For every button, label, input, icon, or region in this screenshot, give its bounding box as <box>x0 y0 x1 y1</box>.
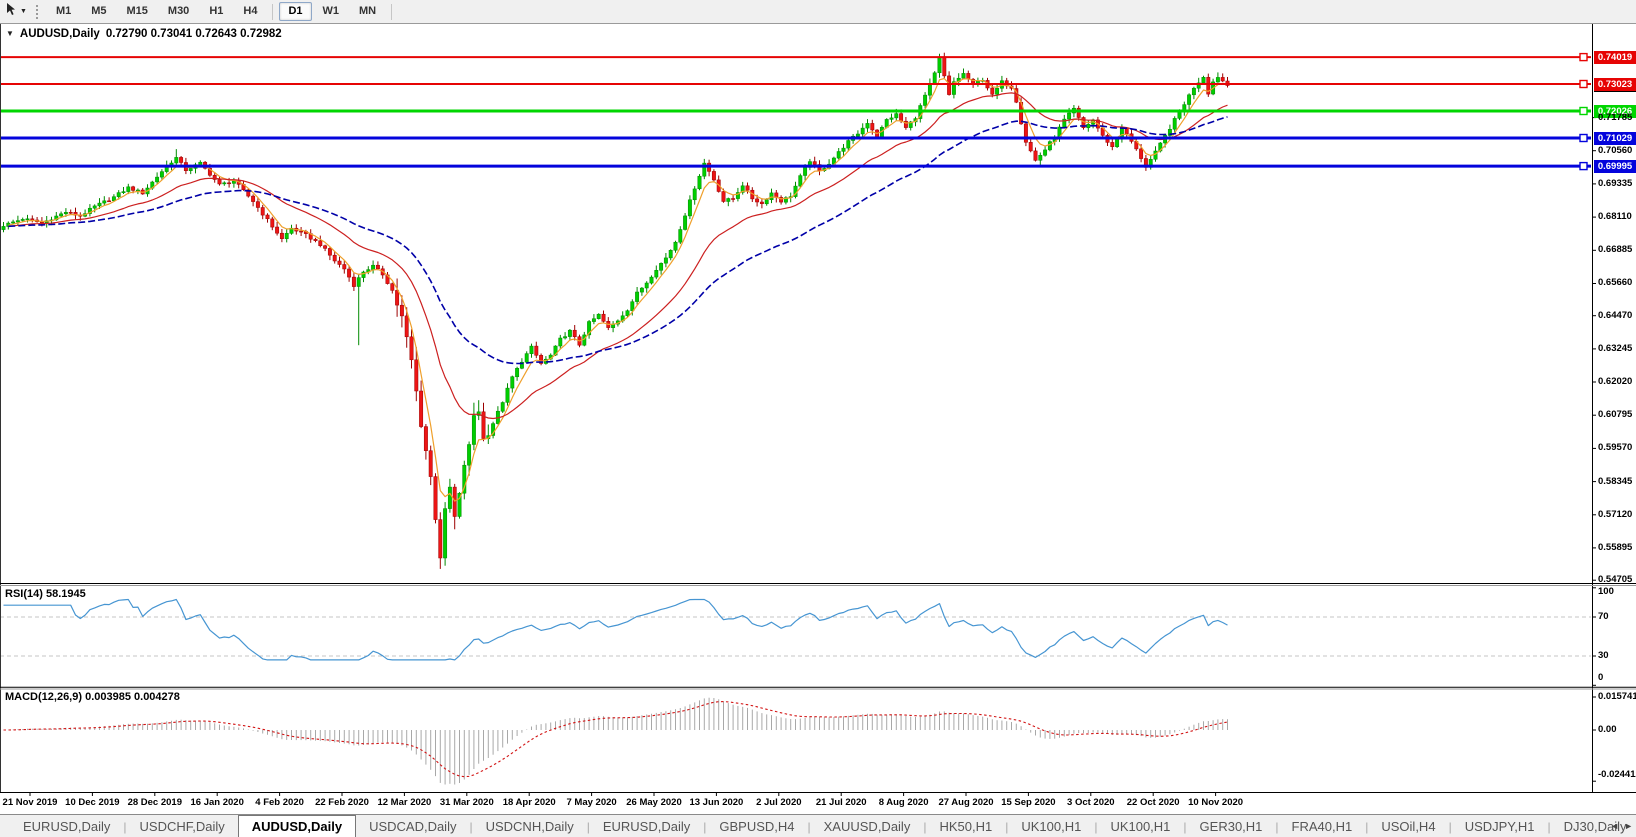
tab-eurusd-daily[interactable]: EURUSD,Daily <box>590 817 703 837</box>
macd-axis-label: 0.015741 <box>1598 691 1636 702</box>
date-axis-label: 3 Oct 2020 <box>1067 797 1115 808</box>
timeframe-button-m30[interactable]: M30 <box>159 2 198 21</box>
symbol-tabs: EURUSD,Daily|USDCHF,DailyAUDUSD,DailyUSD… <box>0 815 1636 837</box>
price-axis-tick: 0.69335 <box>1598 178 1632 189</box>
tab-usdcad-daily[interactable]: USDCAD,Daily <box>356 817 469 837</box>
toolbar-grip[interactable] <box>36 5 38 19</box>
timeframe-button-m1[interactable]: M1 <box>47 2 80 21</box>
tab-xauusd-daily[interactable]: XAUUSD,Daily <box>811 817 924 837</box>
price-axis-tick: 0.70560 <box>1598 145 1632 156</box>
main-toolbar: ▼ M1M5M15M30H1H4 D1W1MN <box>0 0 1636 24</box>
tab-usdcnh-daily[interactable]: USDCNH,Daily <box>473 817 587 837</box>
macd-label: MACD(12,26,9) 0.003985 0.004278 <box>5 691 180 703</box>
timeframe-button-d1[interactable]: D1 <box>279 2 311 21</box>
chart-symbol-label: AUDUSD,Daily <box>20 28 100 40</box>
cursor-tool-button[interactable]: ▼ <box>0 0 31 23</box>
price-axis-tick: 0.71785 <box>1598 112 1632 123</box>
tab-uk100-h1[interactable]: UK100,H1 <box>1008 817 1094 837</box>
timeframe-button-w1[interactable]: W1 <box>314 2 349 21</box>
date-axis-label: 4 Feb 2020 <box>255 797 304 808</box>
tab-fra40-h1[interactable]: FRA40,H1 <box>1279 817 1366 837</box>
date-axis-label: 13 Jun 2020 <box>689 797 743 808</box>
date-axis-label: 26 May 2020 <box>626 797 681 808</box>
cursor-icon <box>4 2 17 21</box>
timeframe-button-mn[interactable]: MN <box>350 2 385 21</box>
tab-usoil-h4[interactable]: USOil,H4 <box>1368 817 1448 837</box>
date-axis-label: 10 Dec 2019 <box>65 797 119 808</box>
price-level-tag: 0.71029 <box>1594 132 1636 145</box>
date-axis-label: 15 Sep 2020 <box>1001 797 1055 808</box>
price-axis-tick: 0.54705 <box>1598 574 1632 585</box>
tab-scroll-right-icon[interactable]: ► <box>1624 821 1633 831</box>
chart-ohlc-values: 0.72790 0.73041 0.72643 0.72982 <box>106 28 282 40</box>
price-level-tag: 0.73023 <box>1594 78 1636 91</box>
price-axis-tick: 0.58345 <box>1598 476 1632 487</box>
tab-uk100-h1[interactable]: UK100,H1 <box>1097 817 1183 837</box>
date-axis-label: 12 Mar 2020 <box>377 797 431 808</box>
price-axis-tick: 0.66885 <box>1598 244 1632 255</box>
price-axis-tick: 0.62020 <box>1598 376 1632 387</box>
macd-axis-label: -0.024412 <box>1598 769 1636 780</box>
date-axis-label: 18 Apr 2020 <box>503 797 556 808</box>
tab-ger30-h1[interactable]: GER30,H1 <box>1187 817 1276 837</box>
price-axis-tick: 0.55895 <box>1598 542 1632 553</box>
toolbar-separator <box>391 4 392 20</box>
date-axis-label: 22 Oct 2020 <box>1127 797 1180 808</box>
tab-audusd-daily[interactable]: AUDUSD,Daily <box>238 815 356 837</box>
price-level-tag: 0.69995 <box>1594 160 1636 173</box>
rsi-axis-label: 0 <box>1598 672 1603 683</box>
tab-scroll-left-icon[interactable]: ◄ <box>1610 821 1619 831</box>
timeframe-button-group: M1M5M15M30H1H4 D1W1MN <box>46 0 397 23</box>
tab-hk50-h1[interactable]: HK50,H1 <box>926 817 1005 837</box>
rsi-axis-label: 70 <box>1598 611 1609 622</box>
chevron-down-icon[interactable]: ▼ <box>20 7 27 17</box>
price-axis-tick: 0.57120 <box>1598 509 1632 520</box>
rsi-axis-label: 30 <box>1598 650 1609 661</box>
tab-usdjpy-h1[interactable]: USDJPY,H1 <box>1452 817 1548 837</box>
date-axis-label: 10 Nov 2020 <box>1188 797 1243 808</box>
date-axis-label: 31 Mar 2020 <box>440 797 494 808</box>
rsi-label: RSI(14) 58.1945 <box>5 588 86 600</box>
toolbar-separator <box>272 4 273 20</box>
price-axis-tick: 0.65660 <box>1598 277 1632 288</box>
date-axis-label: 27 Aug 2020 <box>938 797 993 808</box>
date-axis-label: 8 Aug 2020 <box>879 797 929 808</box>
date-axis-label: 2 Jul 2020 <box>756 797 801 808</box>
rsi-axis-label: 100 <box>1598 586 1614 597</box>
timeframe-button-m15[interactable]: M15 <box>118 2 157 21</box>
timeframe-button-m5[interactable]: M5 <box>82 2 115 21</box>
tab-scroll-arrows: ◄ ► <box>1610 821 1633 831</box>
price-axis-tick: 0.68110 <box>1598 211 1632 222</box>
date-axis-label: 16 Jan 2020 <box>191 797 244 808</box>
date-axis-label: 7 May 2020 <box>567 797 617 808</box>
price-level-tag: 0.74019 <box>1594 51 1636 64</box>
timeframe-button-h1[interactable]: H1 <box>200 2 232 21</box>
macd-axis-label: 0.00 <box>1598 724 1617 735</box>
chart-plot-area[interactable] <box>0 24 1591 792</box>
date-axis-label: 21 Jul 2020 <box>816 797 867 808</box>
tab-eurusd-daily[interactable]: EURUSD,Daily <box>10 817 123 837</box>
date-axis-label: 28 Dec 2019 <box>128 797 182 808</box>
price-axis-tick: 0.64470 <box>1598 310 1632 321</box>
symbol-caret-icon[interactable]: ▼ <box>6 29 14 39</box>
date-axis-label: 21 Nov 2019 <box>3 797 58 808</box>
price-axis-tick: 0.60795 <box>1598 409 1632 420</box>
tab-usdchf-daily[interactable]: USDCHF,Daily <box>127 817 238 837</box>
date-axis-label: 22 Feb 2020 <box>315 797 369 808</box>
chart-title: ▼ AUDUSD,Daily 0.72790 0.73041 0.72643 0… <box>6 28 282 40</box>
price-axis-tick: 0.63245 <box>1598 343 1632 354</box>
symbol-tab-bar: EURUSD,Daily|USDCHF,DailyAUDUSD,DailyUSD… <box>0 814 1636 837</box>
tab-gbpusd-h4[interactable]: GBPUSD,H4 <box>706 817 807 837</box>
timeframe-button-h4[interactable]: H4 <box>234 2 266 21</box>
price-axis-tick: 0.59570 <box>1598 442 1632 453</box>
